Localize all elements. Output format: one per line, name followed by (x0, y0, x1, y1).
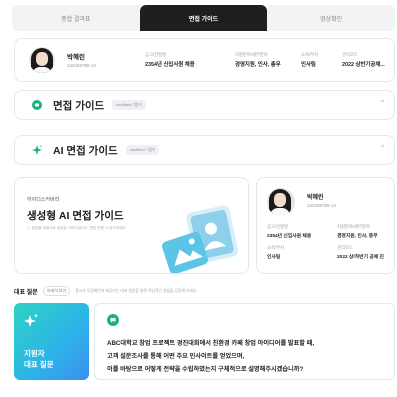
field-value: 2354년 신입사원 채용 (267, 234, 312, 239)
field-value: 인사팀 (267, 255, 281, 260)
candidate-name: 박혜린 (307, 195, 324, 201)
candidate-name: 박혜린 (67, 54, 85, 61)
tab-summary[interactable]: 종합 결과표 (12, 5, 140, 31)
question-text: 고객 설문조사를 통해 어떤 주요 인사이트를 얻었으며, (107, 353, 245, 360)
tab-video[interactable]: 영상확인 (267, 5, 396, 31)
interview-guide-section[interactable]: 면접 가이드 modified 7점수 ^ (14, 90, 395, 120)
details-toggle[interactable]: 자세히 보기 (42, 286, 71, 296)
sparkle-icon (24, 313, 39, 327)
field-value: 인사팀 (301, 62, 316, 68)
question-tile-label: 지원자 대표 질문 (24, 349, 54, 369)
avatar (29, 47, 55, 73)
promo-brand: 하이디스커버리 (27, 197, 60, 203)
field-label: 공고/전형명 (267, 224, 288, 229)
representative-question-tile: 지원자 대표 질문 (14, 303, 89, 380)
question-text: 이를 바탕으로 어떻게 전략을 수립하였는지 구체적으로 설명해주시겠습니까? (107, 366, 304, 373)
ai-guide-promo-card: 하이디스커버리 생성형 AI 면접 가이드 ⓘ 응답을 바탕으로 생성된 가이드… (14, 177, 249, 274)
representative-question-header: 대표 질문 자세히 보기 용시자 모범패턴에 제공되는 대표 질문을 통해 핵심… (14, 286, 395, 296)
field-value: 2354년 신입사원 채용 (145, 62, 195, 68)
tab-interview-guide[interactable]: 면접 가이드 (139, 5, 268, 31)
field-value: 2022 상반기공채... (342, 62, 385, 68)
field-value: 경영지원, 인사, 총무 (235, 62, 281, 68)
sparkle-icon (31, 144, 43, 156)
avatar (267, 188, 295, 216)
question-text: ABC대학교 창업 프로젝트 경진대회에서 친환경 카페 창업 아이디어를 발표… (107, 340, 315, 347)
field-value: 2022 상/하반기 공채 진 (337, 255, 384, 260)
field-label: 공고/전형명 (145, 52, 166, 57)
field-label: 소속/부서 (267, 245, 285, 250)
candidate-profile-card: 박혜린 123456789-12 공고/전형명 2354년 신입사원 채용 지원… (14, 38, 395, 82)
field-label: 소속/부서 (301, 52, 319, 57)
candidate-side-card: 박혜린 123456789-12 공고/전형명 2354년 신입사원 채용 지원… (256, 177, 395, 274)
ai-illustration (162, 205, 239, 273)
field-label: 관리코드 (342, 52, 358, 57)
chevron-up-icon[interactable]: ^ (381, 100, 384, 106)
tab-bar: 종합 결과표 면접 가이드 영상확인 (12, 5, 396, 31)
interview-guide-icon (31, 99, 43, 111)
chevron-up-icon[interactable]: ^ (381, 145, 384, 151)
modified-badge: modified 7점수 (112, 100, 147, 110)
promo-description: ⓘ 응답을 바탕으로 생성된 가이드입니다. 면접 진행 시 참고하세요. (27, 226, 127, 230)
candidate-id: 123456789-12 (307, 203, 337, 208)
question-card: ABC대학교 창업 프로젝트 경진대회에서 친환경 카페 창업 아이디어를 발표… (94, 303, 395, 380)
ai-interview-guide-section[interactable]: AI 면접 가이드 modified 7점수 ^ (14, 135, 395, 165)
section-title: AI 면접 가이드 (53, 144, 118, 157)
field-label: 지원분야/세부분야 (337, 224, 370, 229)
section-title: 면접 가이드 (53, 99, 105, 112)
question-bar-hint: 용시자 모범패턴에 제공되는 대표 질문을 통해 핵심적인 경험을 검증해 보세… (75, 288, 198, 293)
field-label: 지원분야/세부분야 (235, 52, 268, 57)
chat-bubble-icon (107, 314, 119, 326)
field-label: 관리코드 (337, 245, 353, 250)
promo-title: 생성형 AI 면접 가이드 (27, 210, 124, 222)
field-value: 경영지원, 인사, 총무 (337, 234, 378, 239)
question-bar-title: 대표 질문 (14, 289, 38, 296)
candidate-id: 123456789-12 (67, 63, 97, 68)
modified-badge: modified 7점수 (125, 145, 160, 155)
